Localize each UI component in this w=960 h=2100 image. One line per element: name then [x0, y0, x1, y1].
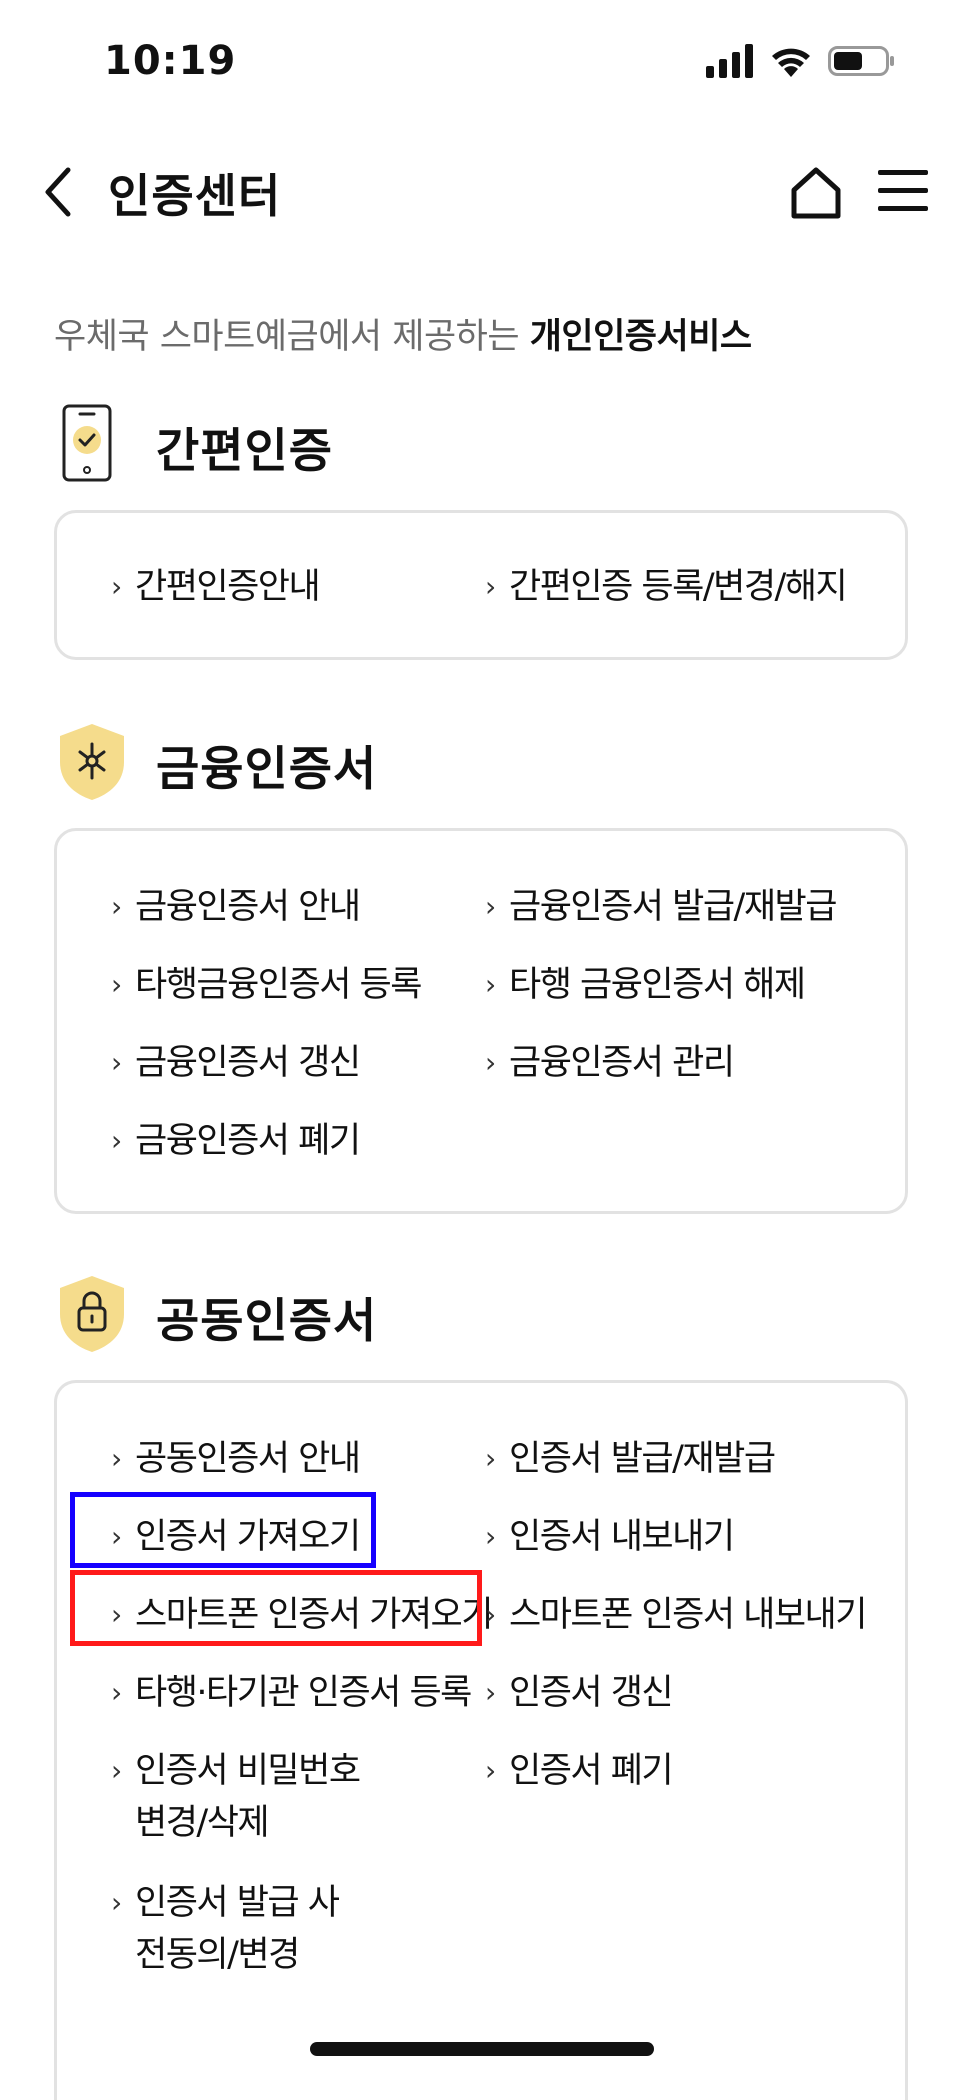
chevron-right-icon: › [485, 570, 496, 603]
section-title: 공동인증서 [156, 1294, 378, 1349]
chevron-right-icon: › [111, 1754, 122, 1787]
link-financial-cert-guide[interactable]: › 금융인증서 안내 [111, 881, 361, 933]
chevron-right-icon: › [111, 1676, 122, 1709]
chevron-right-icon: › [111, 890, 122, 923]
cellular-signal-icon [706, 44, 753, 78]
highlight-box-red [70, 1570, 482, 1646]
battery-icon [828, 46, 894, 76]
chevron-right-icon: › [485, 1676, 496, 1709]
link-cert-prior-consent[interactable]: › 인증서 발급 사전동의/변경 [111, 1877, 355, 1981]
intro-text: 우체국 스마트예금에서 제공하는 개인인증서비스 [54, 317, 752, 357]
home-indicator[interactable] [310, 2042, 654, 2056]
link-financial-cert-revoke[interactable]: › 금융인증서 폐기 [111, 1115, 361, 1167]
section-joint-cert: 공동인증서 [54, 1274, 754, 1364]
section-title: 간편인증 [156, 424, 333, 479]
app-header: 인증센터 [0, 150, 960, 234]
link-cert-revoke[interactable]: › 인증서 폐기 [485, 1745, 674, 1797]
link-cert-password-change[interactable]: › 인증서 비밀번호 변경/삭제 [111, 1745, 375, 1849]
simple-auth-links: › 간편인증안내 › 간편인증 등록/변경/해지 [54, 510, 908, 660]
chevron-right-icon: › [111, 1124, 122, 1157]
chevron-right-icon: › [485, 890, 496, 923]
home-button[interactable] [788, 162, 844, 222]
link-other-bank-financial-cert-register[interactable]: › 타행금융인증서 등록 [111, 959, 422, 1011]
link-other-bank-cert-register[interactable]: › 타행·타기관 인증서 등록 [111, 1667, 472, 1719]
chevron-right-icon: › [485, 1754, 496, 1787]
chevron-right-icon: › [111, 1046, 122, 1079]
section-financial-cert: 금융인증서 [54, 722, 754, 812]
status-bar: 10:19 [0, 0, 960, 120]
back-button[interactable] [36, 162, 84, 222]
chevron-right-icon: › [111, 968, 122, 1001]
chevron-right-icon: › [485, 1598, 496, 1631]
link-financial-cert-manage[interactable]: › 금융인증서 관리 [485, 1037, 735, 1089]
smartphone-check-icon [62, 404, 112, 482]
status-time: 10:19 [104, 38, 237, 84]
chevron-right-icon: › [485, 968, 496, 1001]
link-cert-issue[interactable]: › 인증서 발급/재발급 [485, 1433, 776, 1485]
chevron-right-icon: › [111, 1886, 122, 1919]
intro-highlight: 개인인증서비스 [529, 317, 752, 357]
link-simple-auth-register[interactable]: › 간편인증 등록/변경/해지 [485, 561, 848, 613]
joint-cert-links: › 공동인증서 안내 › 인증서 발급/재발급 › 인증서 가져오기 › 인증서 내보내… [54, 1380, 908, 2100]
chevron-right-icon: › [111, 1442, 122, 1475]
link-financial-cert-issue[interactable]: › 금융인증서 발급/재발급 [485, 881, 837, 933]
chevron-right-icon: › [485, 1442, 496, 1475]
page-title: 인증센터 [108, 169, 282, 223]
shield-key-icon [60, 724, 124, 800]
financial-cert-links: › 금융인증서 안내 › 금융인증서 발급/재발급 › 타행금융인증서 등록 › 타행 … [54, 828, 908, 1214]
shield-lock-icon [60, 1276, 124, 1352]
link-joint-cert-guide[interactable]: › 공동인증서 안내 [111, 1433, 361, 1485]
highlight-box-blue [70, 1492, 376, 1568]
chevron-right-icon: › [485, 1046, 496, 1079]
link-cert-renew[interactable]: › 인증서 갱신 [485, 1667, 674, 1719]
section-title: 금융인증서 [156, 742, 378, 797]
menu-button[interactable] [876, 166, 930, 216]
chevron-right-icon: › [485, 1520, 496, 1553]
status-icons [706, 44, 896, 78]
chevron-right-icon: › [111, 570, 122, 603]
section-simple-auth: 간편인증 [54, 404, 754, 494]
link-cert-export[interactable]: › 인증서 내보내기 [485, 1511, 735, 1563]
link-simple-auth-guide[interactable]: › 간편인증안내 [111, 561, 321, 613]
link-smartphone-cert-export[interactable]: › 스마트폰 인증서 내보내기 [485, 1589, 867, 1641]
link-other-bank-financial-cert-release[interactable]: › 타행 금융인증서 해제 [485, 959, 806, 1011]
wifi-icon [772, 48, 810, 77]
link-financial-cert-renew[interactable]: › 금융인증서 갱신 [111, 1037, 361, 1089]
